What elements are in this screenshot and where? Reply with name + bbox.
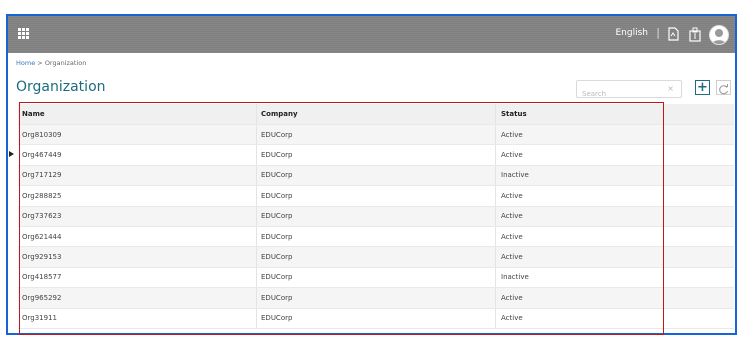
- apps-grid-icon[interactable]: [18, 28, 29, 39]
- cell-company: EDUCorp: [261, 273, 293, 282]
- refresh-icon: [719, 84, 728, 95]
- page-title: Organization: [16, 79, 106, 95]
- cell-status: Inactive: [501, 171, 529, 180]
- cell-name: Org288825: [22, 191, 62, 200]
- cell-status: Active: [501, 293, 523, 302]
- clipboard-icon[interactable]: [687, 25, 703, 43]
- top-bar: English |: [8, 16, 735, 53]
- table-row[interactable]: Org965292 EDUCorp Active: [18, 288, 734, 309]
- cell-company: EDUCorp: [261, 130, 293, 139]
- language-selector[interactable]: English: [616, 28, 649, 38]
- column-header-status[interactable]: Status: [501, 104, 661, 124]
- column-header-name[interactable]: Name: [22, 104, 252, 124]
- table-row[interactable]: Org418577 EDUCorp Inactive: [18, 267, 734, 289]
- cell-status: Active: [501, 212, 523, 221]
- organization-table: Name Company Status Org810309 EDUCorp Acti…: [9, 104, 734, 329]
- table-row[interactable]: Org621444 EDUCorp Active: [18, 226, 734, 248]
- user-avatar-icon[interactable]: [709, 25, 729, 45]
- cell-status: Inactive: [501, 273, 529, 282]
- cell-name: Org621444: [22, 232, 62, 241]
- refresh-button[interactable]: [716, 80, 731, 95]
- cell-name: Org737623: [22, 212, 62, 221]
- cell-company: EDUCorp: [261, 314, 293, 323]
- cell-status: Active: [501, 314, 523, 323]
- search-input[interactable]: [577, 86, 662, 102]
- cell-name: Org810309: [22, 130, 62, 139]
- cell-company: EDUCorp: [261, 171, 293, 180]
- cell-company: EDUCorp: [261, 232, 293, 241]
- document-icon[interactable]: [665, 25, 681, 43]
- table-row[interactable]: Org288825 EDUCorp Active: [18, 186, 734, 207]
- clear-search-icon[interactable]: ×: [667, 84, 674, 93]
- table-row[interactable]: Org717129 EDUCorp Inactive: [18, 165, 734, 187]
- table-row[interactable]: Org810309 EDUCorp Active: [18, 125, 734, 146]
- cell-status: Active: [501, 130, 523, 139]
- table-row[interactable]: Org31911 EDUCorp Active: [18, 308, 734, 329]
- cell-name: Org929153: [22, 253, 62, 262]
- cell-name: Org31911: [22, 314, 57, 323]
- table-header-row: Name Company Status: [18, 104, 734, 125]
- breadcrumb-separator: >: [37, 59, 43, 67]
- breadcrumb: Home > Organization: [16, 59, 86, 67]
- cell-status: Active: [501, 253, 523, 262]
- cell-name: Org717129: [22, 171, 62, 180]
- table-row[interactable]: Org929153 EDUCorp Active: [18, 247, 734, 268]
- table-row[interactable]: Org467449 EDUCorp Active: [9, 145, 734, 166]
- cell-status: Active: [501, 151, 523, 160]
- cell-company: EDUCorp: [261, 191, 293, 200]
- table-row[interactable]: Org737623 EDUCorp Active: [18, 206, 734, 227]
- cell-company: EDUCorp: [261, 253, 293, 262]
- cell-name: Org467449: [22, 151, 62, 160]
- cell-company: EDUCorp: [261, 212, 293, 221]
- cell-company: EDUCorp: [261, 151, 293, 160]
- breadcrumb-home-link[interactable]: Home: [16, 59, 35, 67]
- column-header-company[interactable]: Company: [261, 104, 491, 124]
- add-button[interactable]: +: [695, 80, 710, 95]
- header-separator: |: [656, 26, 660, 39]
- cell-name: Org965292: [22, 293, 62, 302]
- cell-status: Active: [501, 191, 523, 200]
- cell-company: EDUCorp: [261, 293, 293, 302]
- cell-name: Org418577: [22, 273, 62, 282]
- breadcrumb-current: Organization: [44, 59, 87, 67]
- cell-status: Active: [501, 232, 523, 241]
- search-box[interactable]: ×: [576, 80, 682, 102]
- current-row-marker-icon: [9, 151, 14, 158]
